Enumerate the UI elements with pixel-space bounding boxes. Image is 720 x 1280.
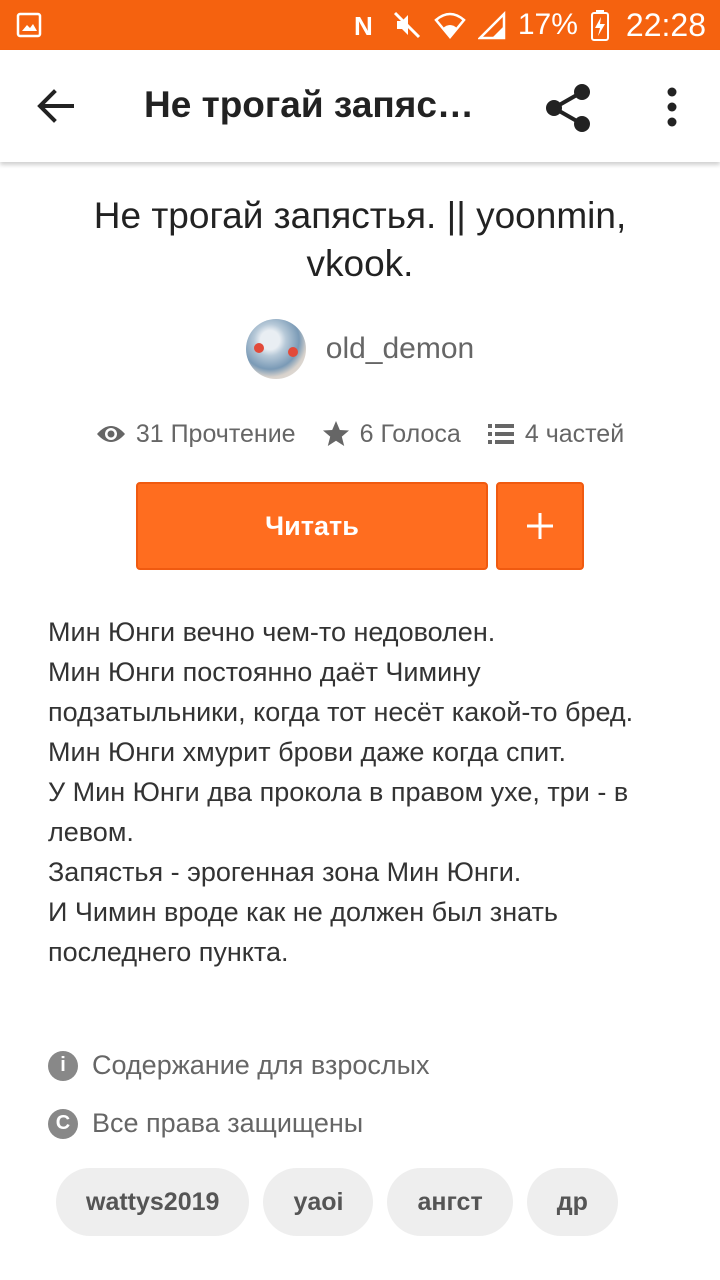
votes-count: 6 Голоса xyxy=(359,419,461,448)
story-description: Мин Юнги вечно чем-то недоволен. Мин Юнг… xyxy=(48,612,678,972)
reads-stat: 31 Прочтение xyxy=(96,420,296,449)
description-line: Мин Юнги вечно чем-то недоволен. xyxy=(48,617,496,647)
reads-count: 31 Прочтение xyxy=(135,419,296,448)
mature-content-label: Содержание для взрослых xyxy=(92,1050,430,1080)
svg-text:N: N xyxy=(354,11,373,39)
parts-stat[interactable]: 4 частей xyxy=(487,420,624,449)
nfc-icon: N xyxy=(354,11,373,39)
info-icon: i xyxy=(48,1050,78,1081)
description-line: Мин Юнги хмурит брови даже когда спит. xyxy=(48,737,567,767)
more-vert-icon[interactable] xyxy=(652,84,692,130)
list-icon xyxy=(487,424,514,444)
copyright-label: Все права защищены xyxy=(92,1108,364,1138)
copyright-icon: C xyxy=(48,1108,78,1139)
battery-percent: 17% xyxy=(517,8,578,41)
arrow-left-icon[interactable] xyxy=(30,80,82,132)
plus-icon xyxy=(527,513,553,539)
votes-stat: 6 Голоса xyxy=(322,420,461,449)
parts-count[interactable]: 4 частей xyxy=(525,420,624,449)
app-bar-title: Не трогай запяс… xyxy=(144,84,474,125)
tag-chip[interactable]: yaoi xyxy=(263,1168,374,1236)
description-line: Мин Юнги постоянно даёт Чимину подзатыль… xyxy=(48,657,634,727)
description-line: У Мин Юнги два прокола в правом ухе, три… xyxy=(48,777,629,847)
app-bar: Не трогай запяс… xyxy=(0,50,720,162)
star-icon xyxy=(322,421,349,446)
author-name[interactable]: old_demon xyxy=(326,332,474,366)
avatar[interactable] xyxy=(245,319,306,379)
eye-icon xyxy=(96,426,125,442)
story-stats: 31 Прочтение 6 Голоса 4 частей xyxy=(0,412,720,456)
tag-chip[interactable]: wattys2019 xyxy=(56,1168,250,1236)
description-line: Запястья - эрогенная зона Мин Юнги. xyxy=(48,857,522,887)
battery-charging-icon xyxy=(590,10,609,41)
gallery-notification-icon xyxy=(16,12,42,38)
mute-icon xyxy=(393,11,420,39)
wifi-icon xyxy=(434,12,466,39)
add-to-library-button[interactable] xyxy=(496,482,584,570)
clock: 22:28 xyxy=(625,6,706,43)
read-button[interactable]: Читать xyxy=(136,482,488,570)
tag-chip[interactable]: др xyxy=(526,1168,618,1236)
story-title: Не трогай запястья. || yoonmin, vkook. xyxy=(93,195,627,284)
share-icon[interactable] xyxy=(540,80,596,136)
author-row[interactable]: old_demon xyxy=(0,318,720,380)
description-line: И Чимин вроде как не должен был знать по… xyxy=(48,897,558,967)
status-bar: N 17% 22:28 xyxy=(0,0,720,50)
tag-chip[interactable]: ангст xyxy=(387,1168,513,1236)
signal-icon xyxy=(477,10,506,40)
tag-list: wattys2019 yaoi ангст др xyxy=(56,1168,688,1236)
copyright-row: C Все права защищены xyxy=(48,1108,363,1139)
mature-content-row: i Содержание для взрослых xyxy=(48,1050,430,1081)
